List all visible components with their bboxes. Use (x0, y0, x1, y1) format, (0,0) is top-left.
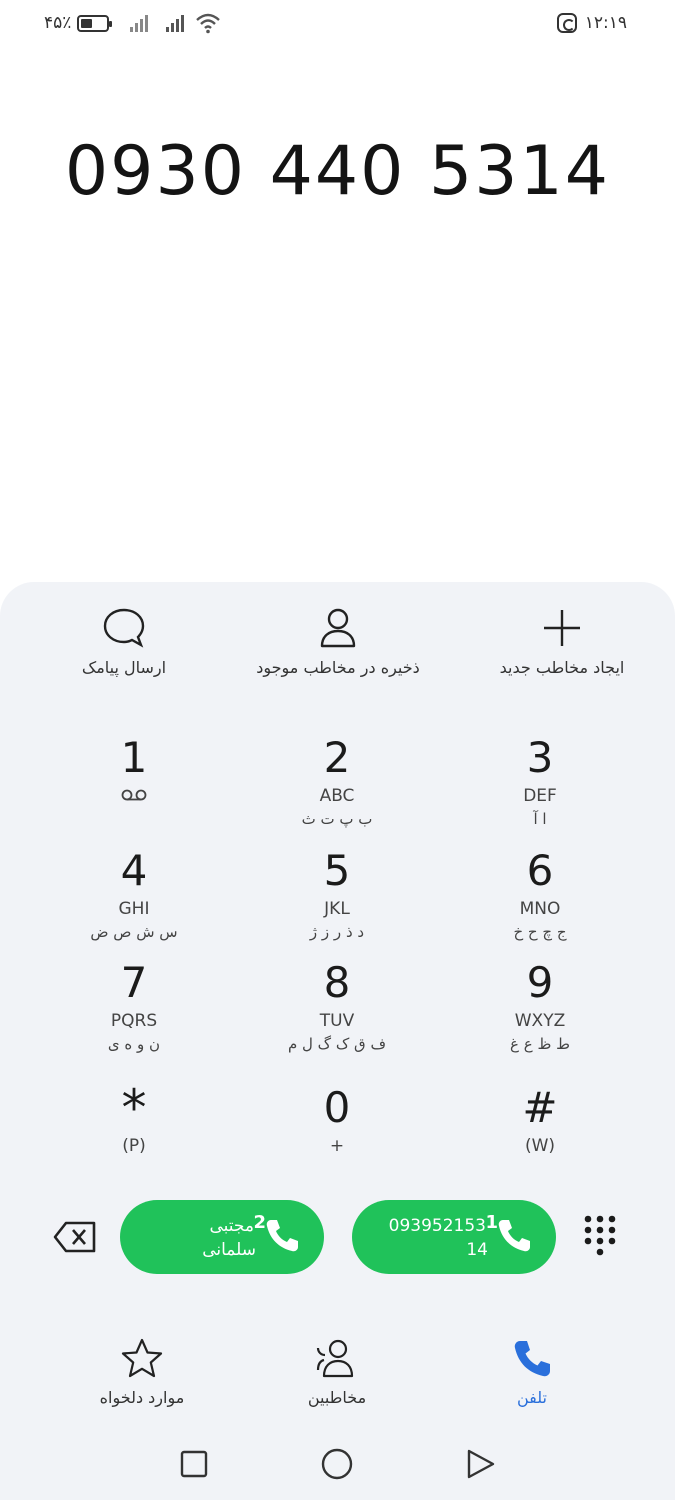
key-5[interactable]: 5 JKL د ذ ر ز ژ (247, 845, 427, 943)
voicemail-icon (121, 789, 147, 801)
key-9[interactable]: 9 WXYZ ط ظ ع غ (450, 957, 630, 1055)
person-icon (320, 608, 356, 648)
tab-phone-label: تلفن (516, 1388, 548, 1407)
key-letters: JKL (324, 899, 350, 919)
dialed-number[interactable]: 0930 440 5314 (0, 132, 675, 211)
status-right: ۱۲:۱۹ (556, 10, 627, 36)
key-7[interactable]: 7 PQRS ن و ه ی (44, 957, 224, 1055)
key-letters-fa: ط ظ ع غ (510, 1035, 570, 1053)
sim2-label-2: سلمانی (202, 1240, 256, 1260)
key-0[interactable]: 0 + (247, 1082, 427, 1158)
home-icon[interactable] (319, 1446, 355, 1482)
key-letters-fa: ف ق ک گ ل م (287, 1035, 387, 1053)
key-letters: ABC (319, 786, 355, 806)
quick-actions: ارسال پیامک ذخیره در مخاطب موجود ایجاد م… (0, 604, 675, 684)
key-letters: (P) (122, 1136, 146, 1156)
app-notification-icon (556, 13, 577, 33)
signal-icon (130, 15, 149, 32)
key-letters: DEF (523, 786, 557, 806)
status-left: ۴۵٪ (44, 10, 221, 36)
key-letters: (W) (524, 1136, 556, 1156)
key-letters-fa: ب پ ت ث (301, 810, 373, 828)
battery-icon (77, 14, 113, 32)
key-4[interactable]: 4 GHI س ش ص ض (44, 845, 224, 943)
key-letters: + (329, 1136, 345, 1156)
wifi-icon (196, 13, 221, 34)
key-6[interactable]: 6 MNO ج چ ح خ (450, 845, 630, 943)
tab-contacts-label: مخاطبین (307, 1388, 367, 1407)
battery-percent: ۴۵٪ (44, 13, 72, 33)
tab-favorites-label: موارد دلخواه (99, 1388, 185, 1407)
message-icon (103, 608, 145, 648)
tab-contacts[interactable]: مخاطبین (237, 1336, 437, 1407)
call-sim1-button[interactable]: 1 093952153 14 (352, 1200, 556, 1274)
sim-number: 2 (253, 1212, 266, 1233)
bottom-tabs: موارد دلخواه مخاطبین تلفن (0, 1336, 675, 1416)
call-sim2-button[interactable]: 2 مجتبی سلمانی (120, 1200, 324, 1274)
save-to-existing-label: ذخیره در مخاطب موجود (256, 658, 420, 677)
key-star[interactable]: * (P) (44, 1082, 224, 1158)
status-bar: ۴۵٪ ۱۲:۱۹ (0, 0, 675, 48)
system-navbar (0, 1440, 675, 1490)
phone-icon (266, 1220, 298, 1252)
key-digit: 5 (323, 846, 351, 895)
key-letters: TUV (319, 1011, 355, 1031)
key-letters-fa: ن و ه ی (107, 1035, 161, 1053)
key-letters-fa: ا آ (533, 810, 547, 828)
send-sms-label: ارسال پیامک (81, 658, 167, 677)
key-digit: 9 (526, 958, 554, 1007)
key-3[interactable]: 3 DEF ا آ (450, 732, 630, 830)
recents-icon[interactable] (176, 1446, 212, 1482)
call-row: 2 مجتبی سلمانی 1 093952153 14 (0, 1200, 675, 1276)
key-digit: 7 (120, 958, 148, 1007)
sim2-label-1: مجتبی (209, 1216, 254, 1236)
key-digit: 3 (526, 733, 554, 782)
key-letters: PQRS (110, 1011, 158, 1031)
tab-favorites[interactable]: موارد دلخواه (42, 1336, 242, 1407)
key-digit: 6 (526, 846, 554, 895)
key-digit: 1 (120, 733, 148, 782)
key-hash[interactable]: # (W) (450, 1082, 630, 1158)
dialer-panel: ارسال پیامک ذخیره در مخاطب موجود ایجاد م… (0, 582, 675, 1500)
send-sms-button[interactable]: ارسال پیامک (14, 604, 234, 677)
key-digit: * (121, 1079, 147, 1137)
plus-icon (544, 610, 580, 646)
signal-icon (166, 15, 185, 32)
sim1-label-1: 093952153 (388, 1216, 486, 1236)
tab-phone[interactable]: تلفن (432, 1336, 632, 1407)
sim-number: 1 (485, 1212, 498, 1233)
clock: ۱۲:۱۹ (584, 13, 627, 33)
create-contact-button[interactable]: ایجاد مخاطب جدید (452, 604, 672, 677)
key-8[interactable]: 8 TUV ف ق ک گ ل م (247, 957, 427, 1055)
create-contact-label: ایجاد مخاطب جدید (499, 658, 625, 677)
key-letters: WXYZ (514, 1011, 566, 1031)
key-letters: MNO (519, 899, 561, 919)
key-digit: # (522, 1083, 558, 1132)
key-1[interactable]: 1 (44, 732, 224, 806)
phone-icon (514, 1341, 550, 1377)
sim1-label-2: 14 (466, 1240, 488, 1260)
phone-icon (498, 1220, 530, 1252)
key-letters-fa: ج چ ح خ (513, 923, 567, 941)
key-letters-fa: د ذ ر ز ژ (309, 923, 365, 941)
contacts-icon (316, 1339, 354, 1378)
dialpad-icon[interactable] (583, 1214, 617, 1258)
key-digit: 4 (120, 846, 148, 895)
backspace-icon[interactable] (52, 1220, 98, 1254)
back-icon[interactable] (462, 1446, 498, 1482)
star-icon (121, 1338, 163, 1378)
key-digit: 0 (323, 1083, 351, 1132)
key-letters: GHI (118, 899, 150, 919)
key-letters-fa: س ش ص ض (90, 923, 178, 941)
save-to-existing-button[interactable]: ذخیره در مخاطب موجود (228, 604, 448, 677)
key-2[interactable]: 2 ABC ب پ ت ث (247, 732, 427, 830)
key-digit: 2 (323, 733, 351, 782)
key-digit: 8 (323, 958, 351, 1007)
